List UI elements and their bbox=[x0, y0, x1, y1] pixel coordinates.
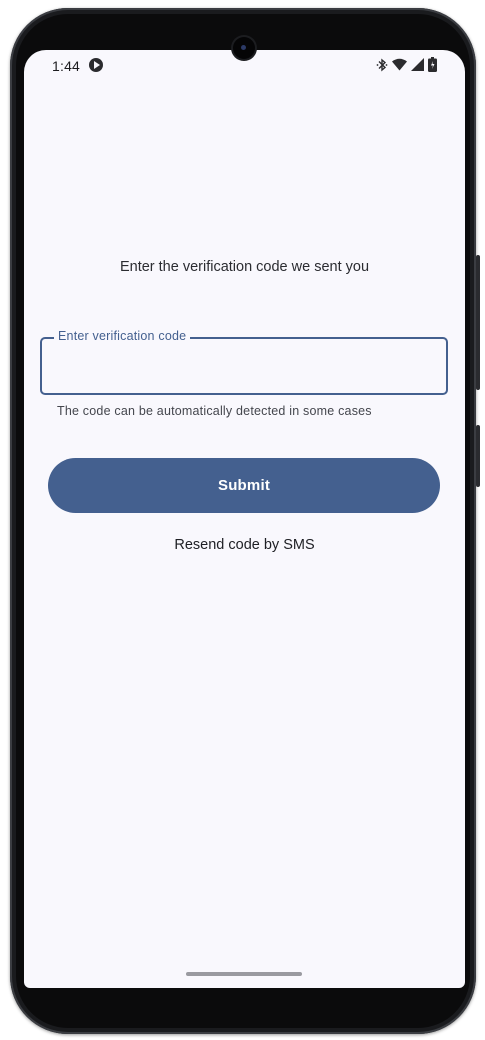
home-indicator[interactable] bbox=[186, 972, 302, 976]
volume-button bbox=[476, 255, 480, 390]
submit-button[interactable]: Submit bbox=[48, 458, 440, 513]
helper-text: The code can be automatically detected i… bbox=[57, 404, 372, 418]
app-screen: 1:44 Enter the verification code we sent… bbox=[24, 50, 465, 988]
status-time: 1:44 bbox=[52, 58, 81, 74]
verification-code-field[interactable]: Enter verification code bbox=[40, 329, 448, 395]
verification-code-input[interactable] bbox=[56, 353, 430, 381]
resend-sms-button[interactable]: Resend code by SMS bbox=[24, 537, 465, 553]
battery-icon bbox=[428, 57, 437, 72]
media-play-icon bbox=[89, 58, 103, 72]
power-button bbox=[476, 425, 480, 487]
front-camera bbox=[233, 37, 255, 59]
wifi-icon bbox=[392, 58, 407, 71]
status-icons bbox=[376, 57, 437, 72]
verification-instruction: Enter the verification code we sent you bbox=[119, 259, 370, 275]
verification-code-label: Enter verification code bbox=[54, 329, 191, 343]
signal-icon bbox=[411, 58, 424, 71]
bluetooth-icon bbox=[376, 58, 388, 71]
